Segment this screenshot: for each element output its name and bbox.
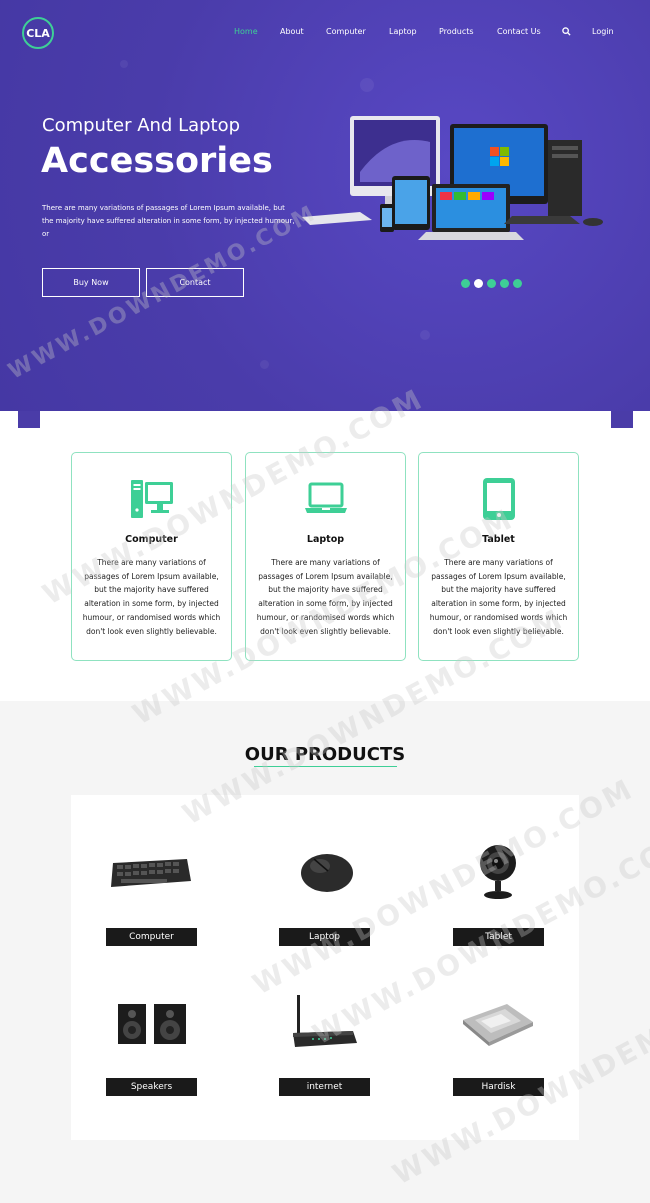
webcam-icon: [480, 845, 516, 899]
feature-text: There are many variations of passages of…: [82, 558, 221, 636]
features-section: Computer There are many variations of pa…: [0, 411, 650, 701]
feature-card-computer[interactable]: Computer There are many variations of pa…: [71, 452, 232, 661]
feature-text: There are many variations of passages of…: [429, 558, 568, 636]
bg-bubble: [120, 60, 128, 68]
carousel-dot[interactable]: [500, 279, 509, 288]
heading-underline: [254, 766, 397, 767]
hero-description: There are many variations of passages of…: [42, 204, 295, 238]
products-grid: Computer Laptop Tablet Speakers internet: [71, 795, 579, 1140]
nav-item-contact-us[interactable]: Contact Us: [497, 27, 541, 36]
nav-item-about[interactable]: About: [280, 27, 304, 36]
product-label-tablet[interactable]: Tablet: [453, 928, 544, 946]
desktop-computer-icon: [130, 480, 173, 518]
products-heading: OUR PRODUCTS: [244, 744, 406, 765]
nav-item-products[interactable]: Products: [439, 27, 474, 36]
hero-tab-left: [18, 411, 40, 428]
feature-title: Computer: [125, 534, 178, 545]
contact-button[interactable]: Contact: [146, 268, 244, 297]
feature-text: There are many variations of passages of…: [256, 558, 395, 636]
nav-item-computer[interactable]: Computer: [326, 27, 366, 36]
nav-item-laptop[interactable]: Laptop: [389, 27, 417, 36]
tablet-icon: [482, 478, 515, 520]
speakers-icon: [118, 1004, 186, 1044]
product-label-laptop[interactable]: Laptop: [279, 928, 370, 946]
nav-item-home[interactable]: Home: [234, 27, 258, 36]
carousel-indicators: [461, 279, 522, 288]
carousel-dot[interactable]: [487, 279, 496, 288]
carousel-dot[interactable]: [513, 279, 522, 288]
bg-bubble: [260, 360, 269, 369]
hero-subtitle: Computer And Laptop: [42, 115, 241, 136]
main-nav: Home About Computer Laptop Products Cont…: [0, 27, 650, 39]
mouse-icon: [301, 854, 353, 892]
feature-title: Laptop: [306, 534, 345, 545]
feature-card-tablet[interactable]: Tablet There are many variations of pass…: [418, 452, 579, 661]
product-label-hardisk[interactable]: Hardisk: [453, 1078, 544, 1096]
hero-banner: CLA Home About Computer Laptop Products …: [0, 0, 650, 411]
search-icon[interactable]: [562, 27, 571, 36]
feature-card-laptop[interactable]: Laptop There are many variations of pass…: [245, 452, 406, 661]
login-link[interactable]: Login: [592, 27, 614, 36]
hero-tab-right: [611, 411, 633, 428]
product-label-internet[interactable]: internet: [279, 1078, 370, 1096]
buy-now-button[interactable]: Buy Now: [42, 268, 140, 297]
router-icon: [293, 995, 357, 1047]
devices-illustration: [302, 116, 603, 240]
feature-title: Tablet: [482, 534, 515, 545]
product-label-speakers[interactable]: Speakers: [106, 1078, 197, 1096]
bg-bubble: [420, 330, 430, 340]
hard-disk-icon: [463, 1004, 533, 1046]
keyboard-icon: [111, 859, 191, 887]
laptop-icon: [304, 482, 347, 513]
carousel-dot-active[interactable]: [474, 279, 483, 288]
product-label-computer[interactable]: Computer: [106, 928, 197, 946]
carousel-dot[interactable]: [461, 279, 470, 288]
hero-title: Accessories: [41, 141, 273, 181]
bg-bubble: [360, 78, 374, 92]
